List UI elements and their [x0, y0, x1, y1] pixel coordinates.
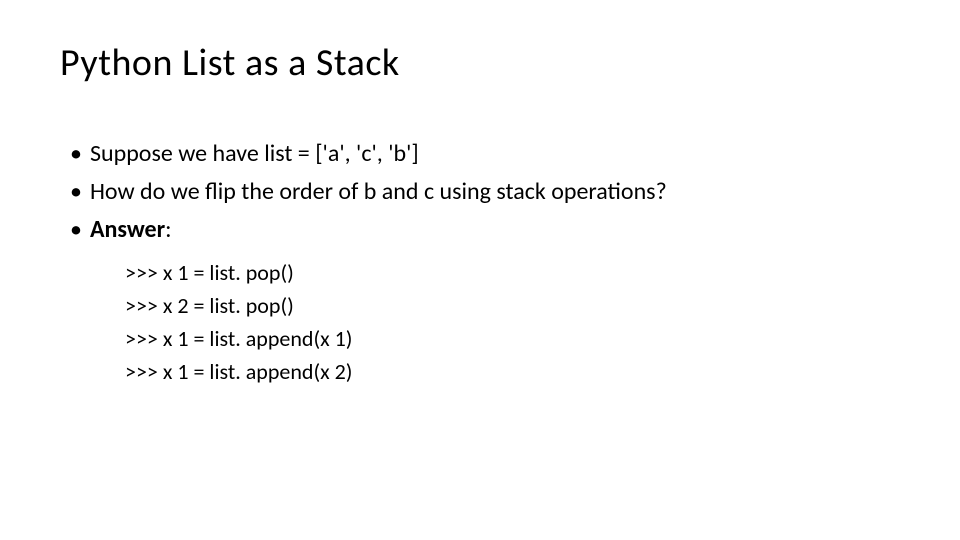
bullet-dot-icon: • [70, 174, 82, 210]
answer-label: Answer [90, 215, 165, 244]
bullet-text: How do we flip the order of b and c usin… [90, 174, 667, 210]
bullet-text: Suppose we have list = ['a', 'c', 'b'] [90, 136, 419, 172]
code-line: >>> x 1 = list. append(x 1) [125, 322, 900, 355]
code-line: >>> x 1 = list. append(x 2) [125, 355, 900, 388]
bullet-dot-icon: • [70, 212, 82, 248]
bullet-dot-icon: • [70, 136, 82, 172]
bullet-item: • Suppose we have list = ['a', 'c', 'b'] [70, 136, 900, 172]
code-line: >>> x 2 = list. pop() [125, 289, 900, 322]
answer-colon: : [165, 215, 171, 244]
code-block: >>> x 1 = list. pop() >>> x 2 = list. po… [125, 256, 900, 388]
slide-title: Python List as a Stack [60, 40, 900, 86]
code-line: >>> x 1 = list. pop() [125, 256, 900, 289]
bullet-list: • Suppose we have list = ['a', 'c', 'b']… [70, 136, 900, 248]
bullet-item: • Answer: [70, 212, 900, 248]
bullet-item: • How do we flip the order of b and c us… [70, 174, 900, 210]
